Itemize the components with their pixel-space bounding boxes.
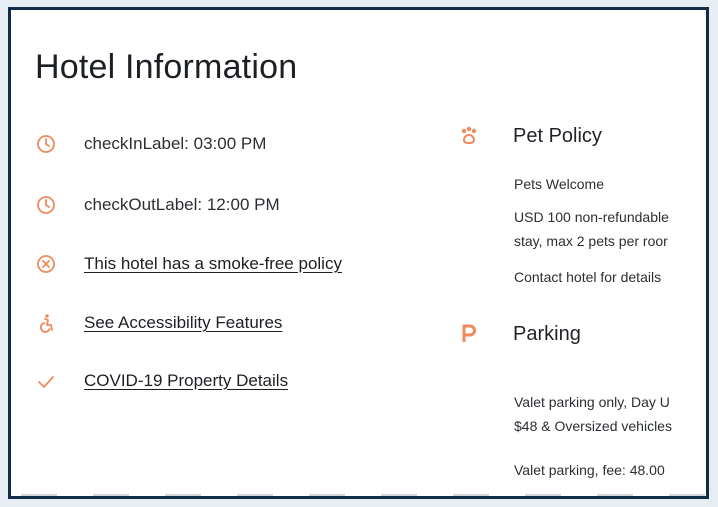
paw-icon	[458, 125, 480, 147]
covid-row: COVID-19 Property Details	[35, 367, 288, 395]
parking-line: Valet parking only, Day U	[514, 394, 670, 410]
parking-line: $48 & Oversized vehicles	[514, 418, 672, 434]
pet-policy-line: Contact hotel for details	[514, 269, 662, 285]
pet-policy-line: stay, max 2 pets per roor	[514, 233, 668, 249]
pet-policy-line: USD 100 non-refundable	[514, 209, 669, 225]
accessibility-row: See Accessibility Features	[35, 309, 282, 337]
pet-policy-line: Pets Welcome	[514, 176, 604, 192]
check-in-label: checkInLabel: 03:00 PM	[84, 134, 267, 153]
hotel-info-panel: Hotel Information checkInLabel: 03:00 PM…	[8, 7, 709, 499]
clock-icon	[35, 133, 57, 155]
parking-icon	[458, 323, 480, 345]
parking-line: Valet parking, fee: 48.00	[514, 462, 665, 478]
check-icon	[35, 370, 57, 392]
parking-heading: Parking	[513, 322, 581, 345]
parking-header: Parking	[458, 320, 581, 348]
pet-policy-header: Pet Policy	[458, 122, 602, 150]
smoke-free-policy-link[interactable]: This hotel has a smoke-free policy	[84, 254, 342, 274]
page-title: Hotel Information	[35, 48, 298, 86]
no-smoking-icon	[35, 253, 57, 275]
bottom-divider	[21, 494, 706, 496]
accessibility-icon	[35, 312, 57, 334]
covid-details-link[interactable]: COVID-19 Property Details	[84, 371, 288, 391]
check-out-row: checkOutLabel: 12:00 PM	[35, 191, 280, 219]
check-in-row: checkInLabel: 03:00 PM	[35, 130, 266, 158]
accessibility-features-link[interactable]: See Accessibility Features	[84, 313, 282, 333]
clock-icon	[35, 194, 57, 216]
pet-policy-heading: Pet Policy	[513, 124, 602, 147]
smoke-free-row: This hotel has a smoke-free policy	[35, 250, 342, 278]
check-out-label: checkOutLabel: 12:00 PM	[84, 195, 280, 214]
